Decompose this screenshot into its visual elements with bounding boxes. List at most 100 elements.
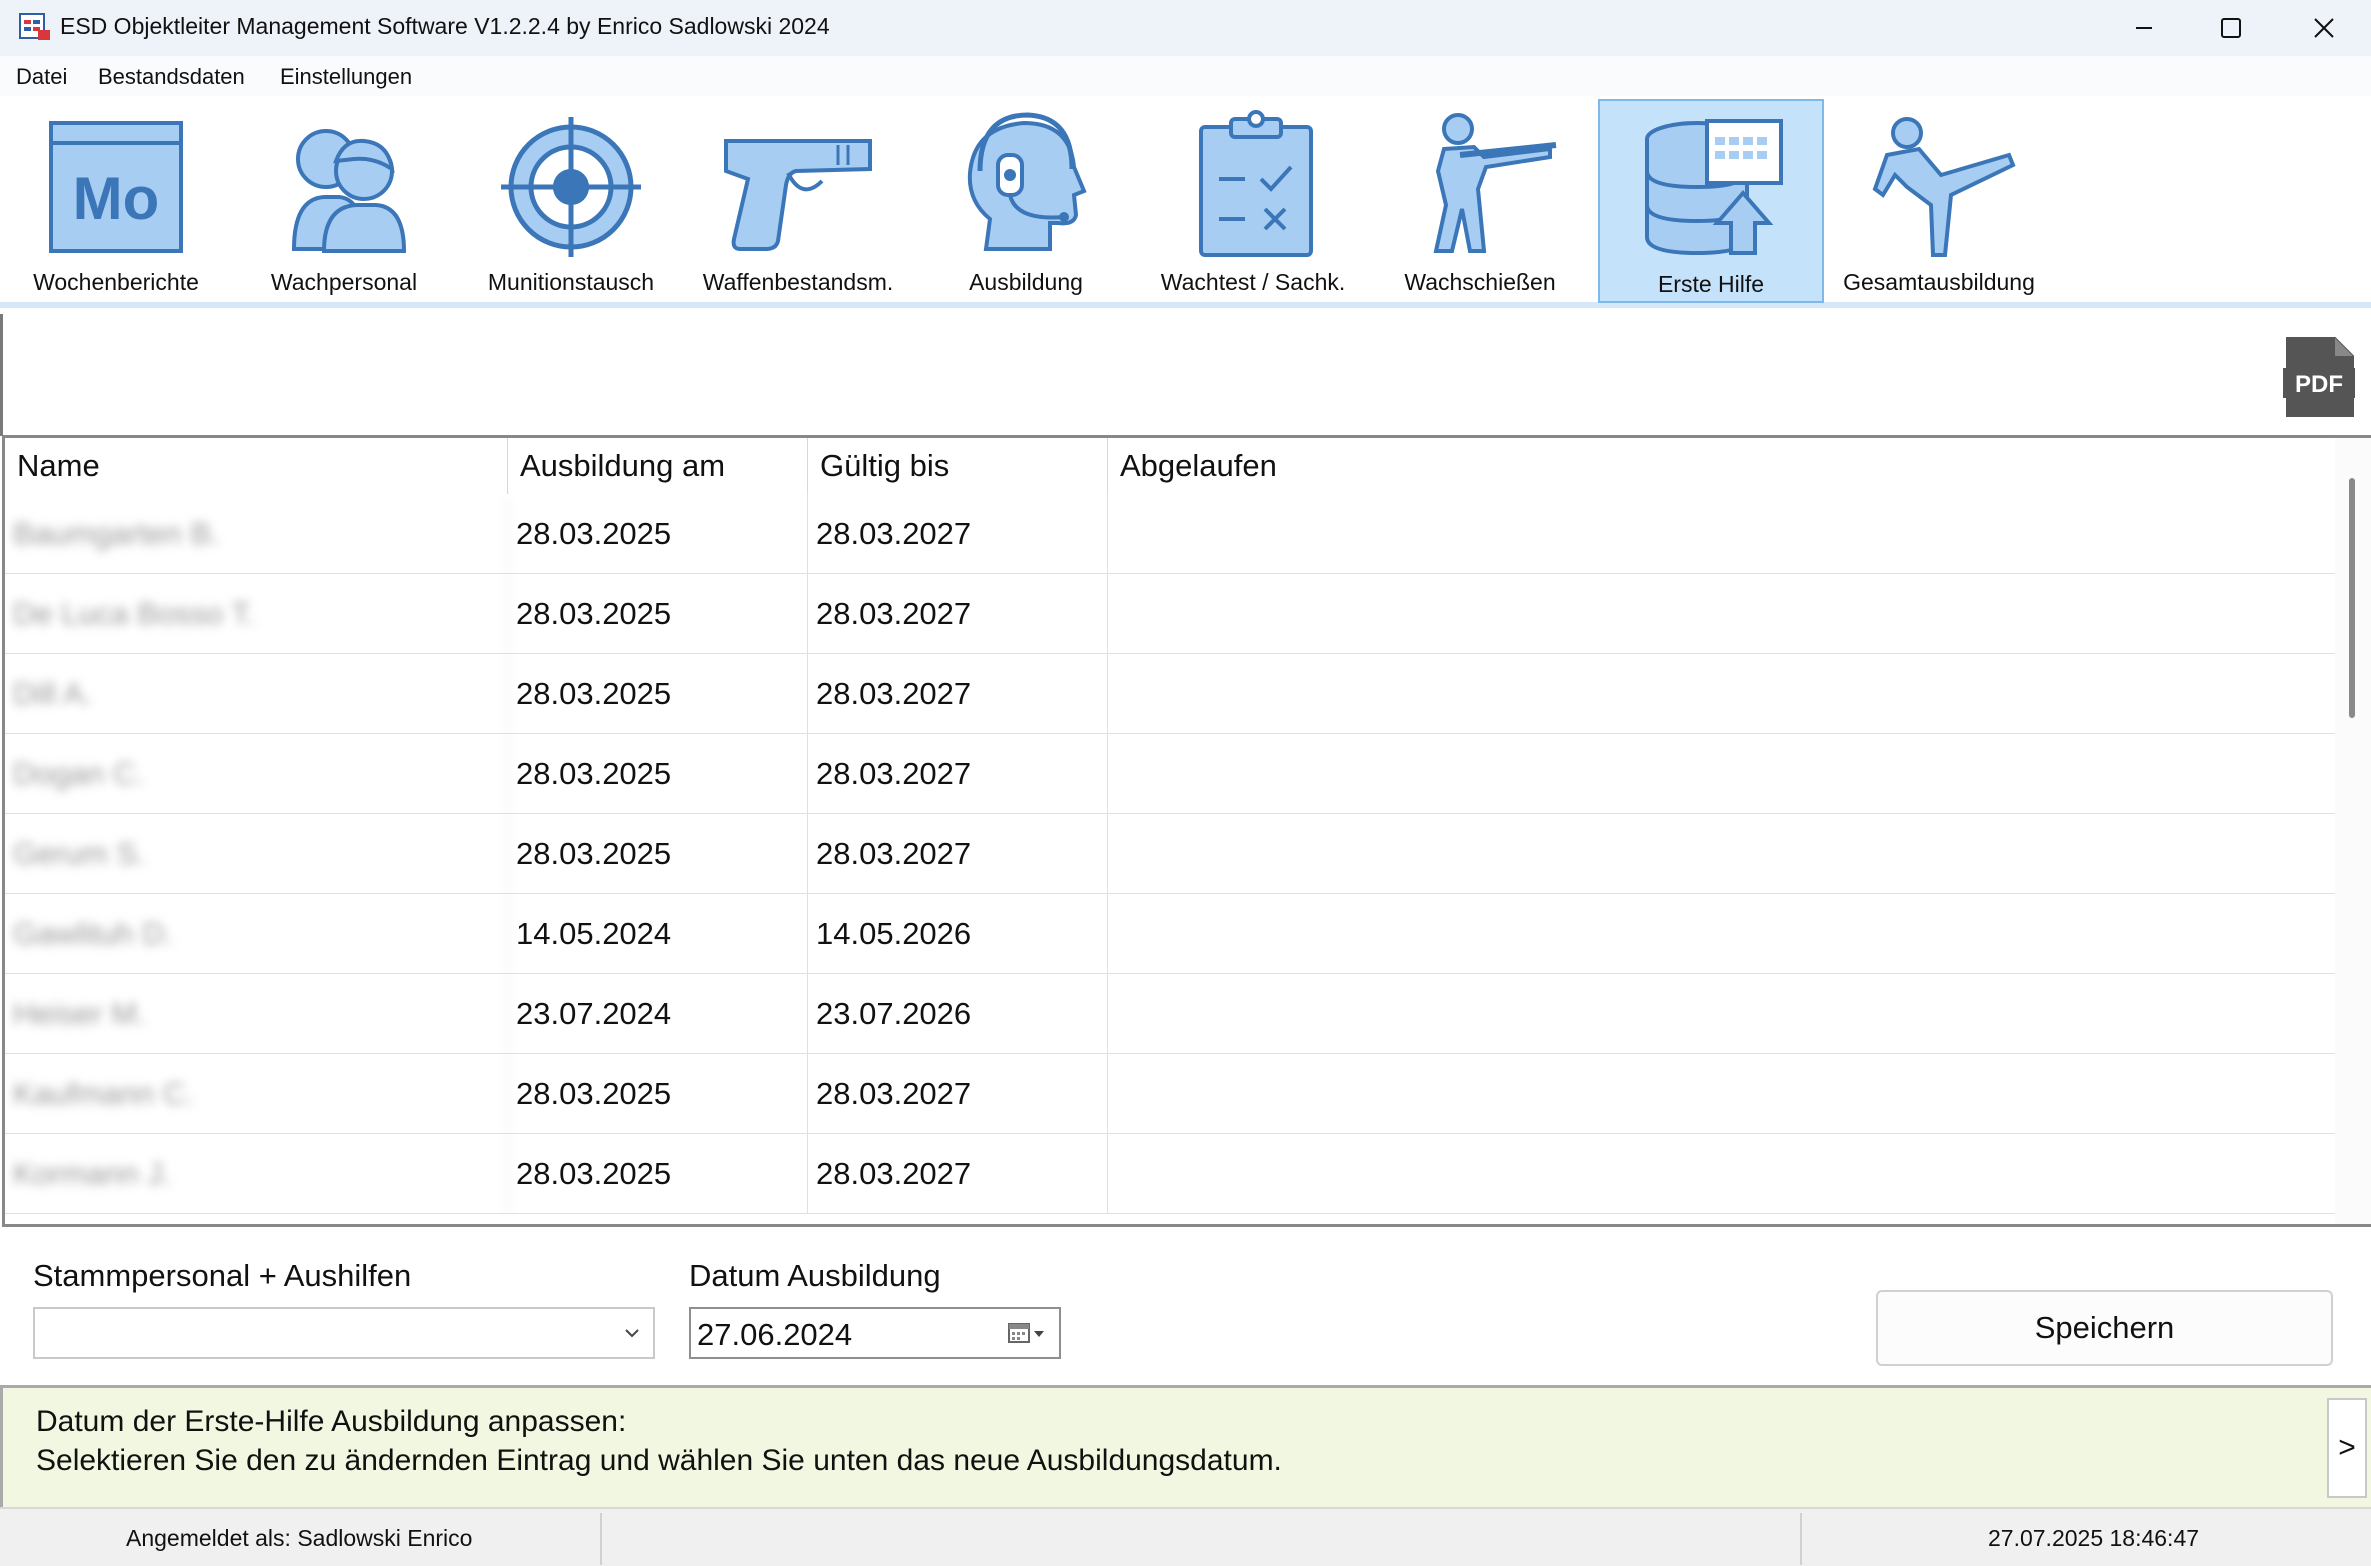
menu-einstellungen[interactable]: Einstellungen [280, 64, 412, 90]
cell-ausbildung-am: 28.03.2025 [508, 814, 808, 894]
info-panel: Datum der Erste-Hilfe Ausbildung anpasse… [0, 1385, 2371, 1507]
maximize-button[interactable] [2185, 0, 2277, 56]
edit-form: Stammpersonal + Aushilfen Datum Ausbildu… [0, 1228, 2371, 1385]
rifle-shooter-icon [1433, 113, 1557, 253]
cell-ausbildung-am: 14.05.2024 [508, 894, 808, 974]
app-logo-icon [19, 13, 50, 40]
cell-ausbildung-am: 28.03.2025 [508, 494, 808, 574]
minimize-icon [2136, 27, 2152, 29]
database-upload-icon [1645, 119, 1783, 256]
tool-label: Waffenbestandsm. [702, 269, 894, 295]
tool-label: Wochenberichte [33, 269, 199, 295]
tool-munitionstausch[interactable]: Munitionstausch [458, 99, 684, 303]
clipboard-checklist-icon [1199, 110, 1313, 257]
table-row[interactable]: Kormann J. 28.03.2025 28.03.2027 [5, 1134, 2335, 1214]
table-row[interactable]: Gawlituh D. 14.05.2024 14.05.2026 [5, 894, 2335, 974]
first-aid-table: Name Ausbildung am Gültig bis Abgelaufen… [2, 435, 2371, 1227]
cell-ausbildung-am: 23.07.2024 [508, 974, 808, 1054]
tool-label: Wachpersonal [270, 269, 418, 295]
mo-calendar-icon: Mo [49, 121, 183, 253]
status-divider [600, 1513, 602, 1565]
tool-label: Wachschießen [1404, 269, 1556, 295]
cell-name: Gawlituh D. [5, 894, 508, 974]
tool-label: Erste Hilfe [1657, 271, 1765, 297]
column-header-gueltig-bis[interactable]: Gültig bis [808, 438, 1108, 494]
pdf-label: PDF [2295, 371, 2343, 398]
cell-abgelaufen [1108, 814, 2335, 894]
cell-abgelaufen [1108, 494, 2335, 574]
app-window: ESD Objektleiter Management Software V1.… [0, 0, 2371, 1566]
status-logged-in-user: Angemeldet als: Sadlowski Enrico [126, 1525, 473, 1551]
info-expand-button[interactable]: > [2327, 1398, 2367, 1498]
cell-abgelaufen [1108, 654, 2335, 734]
cell-abgelaufen [1108, 894, 2335, 974]
tool-wachtest[interactable]: Wachtest / Sachk. [1140, 99, 1366, 303]
cell-gueltig-bis: 28.03.2027 [808, 654, 1108, 734]
window-title: ESD Objektleiter Management Software V1.… [60, 13, 830, 39]
menu-bar: Datei Bestandsdaten Einstellungen [0, 56, 2371, 96]
training-date-picker[interactable]: 27.06.2024 [689, 1307, 1061, 1359]
close-button[interactable] [2278, 0, 2370, 56]
chevron-down-icon [625, 1329, 639, 1338]
cell-abgelaufen [1108, 974, 2335, 1054]
cell-gueltig-bis: 28.03.2027 [808, 734, 1108, 814]
cell-name: Dogan C. [5, 734, 508, 814]
table-row[interactable]: Dogan C. 28.03.2025 28.03.2027 [5, 734, 2335, 814]
menu-bestandsdaten[interactable]: Bestandsdaten [98, 64, 245, 90]
table-header: Name Ausbildung am Gültig bis Abgelaufen [5, 438, 2335, 494]
tool-ausbildung[interactable]: Ausbildung [913, 99, 1139, 303]
pistol-icon [724, 139, 872, 251]
cell-abgelaufen [1108, 1054, 2335, 1134]
tool-label: Ausbildung [969, 269, 1083, 295]
save-button[interactable]: Speichern [1876, 1290, 2333, 1366]
cell-name: Dill A. [5, 654, 508, 734]
table-row[interactable]: Gerum S. 28.03.2025 28.03.2027 [5, 814, 2335, 894]
cell-ausbildung-am: 28.03.2025 [508, 574, 808, 654]
table-row[interactable]: De Luca Bosso T. 28.03.2025 28.03.2027 [5, 574, 2335, 654]
status-datetime: 27.07.2025 18:46:47 [1988, 1525, 2200, 1551]
people-icon [291, 129, 407, 253]
tool-gesamtausbildung[interactable]: Gesamtausbildung [1826, 99, 2052, 303]
column-header-ausbildung-am[interactable]: Ausbildung am [508, 438, 808, 494]
cell-gueltig-bis: 23.07.2026 [808, 974, 1108, 1054]
table-row[interactable]: Kaufmann C. 28.03.2025 28.03.2027 [5, 1054, 2335, 1134]
cell-ausbildung-am: 28.03.2025 [508, 654, 808, 734]
date-label: Datum Ausbildung [689, 1258, 941, 1293]
mo-calendar-text: Mo [73, 165, 160, 232]
column-header-abgelaufen[interactable]: Abgelaufen [1108, 438, 2335, 494]
tool-wochenberichte[interactable]: Mo Wochenberichte [3, 99, 229, 303]
pdf-icon[interactable]: PDF [2279, 334, 2359, 420]
column-header-name[interactable]: Name [5, 438, 508, 494]
calendar-dropdown-icon[interactable] [1007, 1320, 1049, 1348]
cell-name: Kaufmann C. [5, 1054, 508, 1134]
staff-select[interactable] [33, 1307, 655, 1359]
tool-wachschiessen[interactable]: Wachschießen [1367, 99, 1593, 303]
scrollbar-thumb[interactable] [2349, 478, 2355, 718]
table-row[interactable]: Dill A. 28.03.2025 28.03.2027 [5, 654, 2335, 734]
training-date-value: 27.06.2024 [697, 1317, 853, 1352]
vertical-scrollbar[interactable] [2335, 438, 2371, 1224]
close-icon [2314, 18, 2334, 38]
cell-name: Baumgarten B. [5, 494, 508, 574]
menu-datei[interactable]: Datei [16, 64, 67, 90]
tool-wachpersonal[interactable]: Wachpersonal [231, 99, 457, 303]
cell-abgelaufen [1108, 1134, 2335, 1214]
cell-abgelaufen [1108, 574, 2335, 654]
title-bar: ESD Objektleiter Management Software V1.… [0, 0, 2371, 56]
tool-waffenbestand[interactable]: Waffenbestandsm. [685, 99, 911, 303]
headset-person-icon [967, 112, 1087, 251]
table-row[interactable]: Baumgarten B. 28.03.2025 28.03.2027 [5, 494, 2335, 574]
cell-name: Kormann J. [5, 1134, 508, 1214]
status-bar: Angemeldet als: Sadlowski Enrico 27.07.2… [0, 1507, 2371, 1566]
tool-erste-hilfe[interactable]: Erste Hilfe [1598, 99, 1824, 303]
cell-gueltig-bis: 28.03.2027 [808, 1134, 1108, 1214]
minimize-button[interactable] [2098, 0, 2190, 56]
cell-ausbildung-am: 28.03.2025 [508, 1054, 808, 1134]
cell-gueltig-bis: 28.03.2027 [808, 814, 1108, 894]
info-heading: Datum der Erste-Hilfe Ausbildung anpasse… [36, 1405, 627, 1438]
status-divider [1800, 1513, 1802, 1565]
table-row[interactable]: Heiser M. 23.07.2024 23.07.2026 [5, 974, 2335, 1054]
cell-abgelaufen [1108, 734, 2335, 814]
cell-ausbildung-am: 28.03.2025 [508, 734, 808, 814]
cell-gueltig-bis: 28.03.2027 [808, 494, 1108, 574]
